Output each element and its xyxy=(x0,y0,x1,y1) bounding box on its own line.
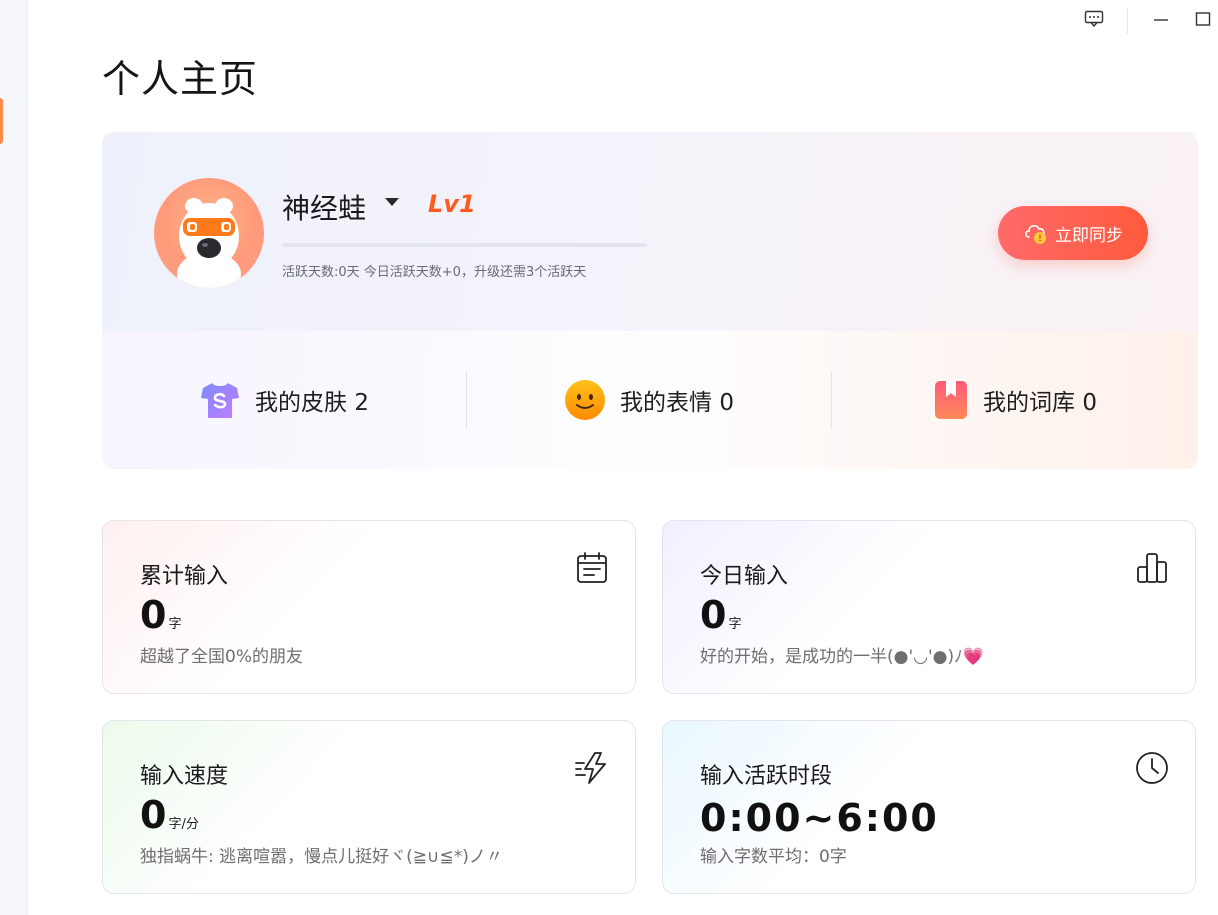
my-dictionary-item[interactable]: 我的词库 0 xyxy=(832,331,1198,469)
active-period-card: 输入活跃时段 0:00~6:00 输入字数平均：0字 xyxy=(662,720,1196,894)
my-dictionary-label: 我的词库 0 xyxy=(983,390,1097,416)
my-skins-item[interactable]: 我的皮肤 2 xyxy=(102,331,466,469)
maximize-icon xyxy=(1195,12,1211,26)
card-value-line: 0 字 xyxy=(140,596,181,634)
profile-card: 神经蛙 Lv1 活跃天数:0天 今日活跃天数+0，升级还需3个活跃天 立即同步 … xyxy=(102,132,1198,469)
today-input-card: 今日输入 0 字 好的开始，是成功的一半(●'◡'●)ﾉ💗 xyxy=(662,520,1196,694)
card-value: 0 xyxy=(140,593,167,637)
card-desc: 超越了全国0%的朋友 xyxy=(140,647,303,667)
card-title: 输入速度 xyxy=(140,764,229,789)
feedback-icon xyxy=(1084,10,1104,28)
page-title: 个人主页 xyxy=(102,57,259,101)
card-title: 输入活跃时段 xyxy=(700,764,833,789)
card-value: 0 xyxy=(140,793,167,837)
input-speed-card: 输入速度 0 字/分 独指蜗牛: 逃离喧嚣，慢点儿挺好ヾ(≧∪≦*)ノ〃 xyxy=(102,720,636,894)
level-badge: Lv1 xyxy=(428,190,476,218)
minimize-icon xyxy=(1154,19,1168,21)
asset-bar: 我的皮肤 2 我的表情 0 我的词库 0 xyxy=(102,331,1198,469)
frog-mascot-icon xyxy=(177,198,241,288)
card-unit: 字/分 xyxy=(168,817,199,832)
shirt-icon xyxy=(201,383,240,418)
feedback-button[interactable] xyxy=(1083,8,1105,30)
smiley-icon xyxy=(565,380,606,420)
account-dropdown-caret[interactable] xyxy=(385,198,399,206)
my-skins-label: 我的皮肤 2 xyxy=(255,390,369,416)
card-desc: 输入字数平均：0字 xyxy=(700,847,847,867)
card-value: 0 xyxy=(700,593,727,637)
card-value-line: 0 字/分 xyxy=(140,796,199,834)
username: 神经蛙 xyxy=(282,192,367,225)
card-value-line: 0 字 xyxy=(700,596,741,634)
title-bar xyxy=(0,0,1218,40)
card-unit: 字 xyxy=(168,617,182,632)
card-desc: 好的开始，是成功的一半(●'◡'●)ﾉ💗 xyxy=(700,647,984,667)
left-sidebar xyxy=(0,0,28,915)
lightning-icon xyxy=(575,752,606,784)
card-title: 今日输入 xyxy=(700,564,789,589)
sync-now-label: 立即同步 xyxy=(1055,225,1123,246)
bar-chart-icon xyxy=(1137,553,1167,583)
avatar[interactable] xyxy=(154,178,264,288)
sync-now-button[interactable]: 立即同步 xyxy=(998,206,1148,260)
card-value: 0:00~6:00 xyxy=(700,796,939,840)
level-progress-bar xyxy=(282,243,647,247)
maximize-button[interactable] xyxy=(1192,8,1214,30)
my-emoji-item[interactable]: 我的表情 0 xyxy=(467,331,831,469)
sidebar-active-indicator xyxy=(0,98,3,144)
my-emoji-label: 我的表情 0 xyxy=(620,390,734,416)
clock-icon xyxy=(1136,752,1168,784)
card-value-line: 0:00~6:00 xyxy=(700,796,939,840)
active-days-text: 活跃天数:0天 今日活跃天数+0，升级还需3个活跃天 xyxy=(282,265,587,280)
cloud-sync-warning-icon xyxy=(1025,225,1046,244)
calendar-icon xyxy=(577,552,607,583)
card-desc: 独指蜗牛: 逃离喧嚣，慢点儿挺好ヾ(≧∪≦*)ノ〃 xyxy=(140,847,503,867)
card-title: 累计输入 xyxy=(140,564,229,589)
total-input-card: 累计输入 0 字 超越了全国0%的朋友 xyxy=(102,520,636,694)
card-unit: 字 xyxy=(728,617,742,632)
profile-header: 神经蛙 Lv1 活跃天数:0天 今日活跃天数+0，升级还需3个活跃天 立即同步 xyxy=(102,132,1198,331)
minimize-button[interactable] xyxy=(1150,8,1172,30)
titlebar-separator xyxy=(1127,8,1128,34)
bookmark-icon xyxy=(935,381,968,419)
